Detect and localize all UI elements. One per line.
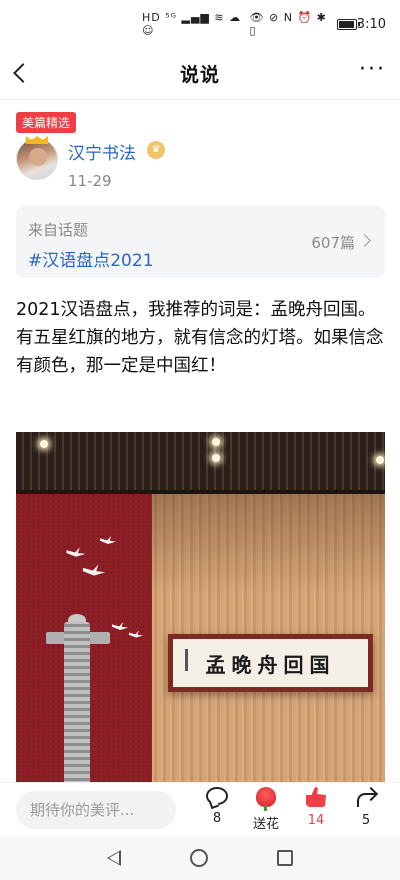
ceiling-light (212, 438, 220, 446)
shares-count: 5 (361, 813, 371, 828)
calligraphy-text: 孟晚舟回国 (205, 652, 336, 677)
comments-count: 8 (212, 811, 222, 826)
calligraphy-frame: 孟晚舟回国 (168, 634, 373, 692)
topic-card[interactable]: 来自话题 #汉语盘点2021 607篇 (16, 206, 385, 278)
like-button[interactable]: 14 (296, 787, 336, 828)
comment-input[interactable]: 期待你的美评... (16, 791, 176, 829)
topic-from-label: 来自话题 (28, 221, 89, 239)
status-bar: HD ⁵ᴳ ▂▄▆ ≋ ☁ ☺ 👁 ⊘ N ⏰ ✱ ▯ 3:10 (0, 0, 400, 48)
more-options-button[interactable]: ··· (359, 59, 386, 81)
ceiling-panel (16, 432, 385, 492)
send-flower-button[interactable]: 送花 (246, 787, 286, 832)
share-icon (355, 787, 377, 807)
ceiling-light (40, 440, 48, 448)
action-bar: 期待你的美评... 8 送花 14 5 (0, 782, 400, 836)
calligraphy-paper: 孟晚舟回国 (173, 639, 368, 687)
ceiling-light (212, 454, 220, 462)
thumbs-up-icon (306, 787, 326, 807)
battery-level (339, 20, 355, 28)
send-flower-label: 送花 (252, 817, 279, 832)
status-right-icons: 👁 ⊘ N ⏰ ✱ ▯ (249, 11, 327, 37)
status-icons: HD ⁵ᴳ ▂▄▆ ≋ ☁ ☺ 👁 ⊘ N ⏰ ✱ ▯ (142, 11, 360, 37)
nav-home-icon[interactable] (190, 849, 208, 867)
share-button[interactable]: 5 (346, 787, 386, 828)
avatar[interactable] (16, 138, 58, 180)
topic-count: 607篇 (311, 234, 355, 252)
battery-icon (337, 18, 360, 30)
page-header: 说说 ··· (0, 48, 400, 100)
featured-badge: 美篇精选 (16, 112, 77, 133)
flower-icon (256, 787, 276, 811)
system-nav-bar (0, 836, 400, 880)
comment-icon (206, 787, 228, 805)
post-text-line: 有五星红旗的地方，就有信念的灯塔。如果信念有颜色，那一定是中国红！ (16, 328, 384, 376)
comment-button[interactable]: 8 (197, 787, 237, 826)
status-left-icons: HD ⁵ᴳ ▂▄▆ ≋ ☁ ☺ (142, 11, 242, 37)
topic-name[interactable]: #汉语盘点2021 (28, 246, 154, 271)
post-date: 11-29 (68, 172, 112, 190)
likes-count: 14 (307, 813, 325, 828)
crown-icon (26, 136, 48, 144)
post-text: 2021汉语盘点，我推荐的词是：孟晚舟回国。 有五星红旗的地方，就有信念的灯塔。… (16, 296, 386, 380)
nav-back-icon[interactable] (107, 850, 121, 866)
huabiao-pillar (64, 622, 90, 782)
chevron-right-icon (358, 234, 371, 247)
post-image[interactable]: 孟晚舟回国 (16, 432, 385, 782)
back-button[interactable] (8, 60, 34, 86)
nav-recents-icon[interactable] (277, 850, 293, 866)
post-text-line: 2021汉语盘点，我推荐的词是：孟晚舟回国。 (16, 300, 376, 320)
ceiling-light (376, 456, 384, 464)
vip-crown-icon: ♛ (147, 141, 165, 159)
signature-mark (185, 649, 188, 671)
page-title: 说说 (179, 64, 220, 86)
author-name[interactable]: 汉宁书法 (68, 139, 136, 164)
status-time: 3:10 (356, 16, 386, 32)
